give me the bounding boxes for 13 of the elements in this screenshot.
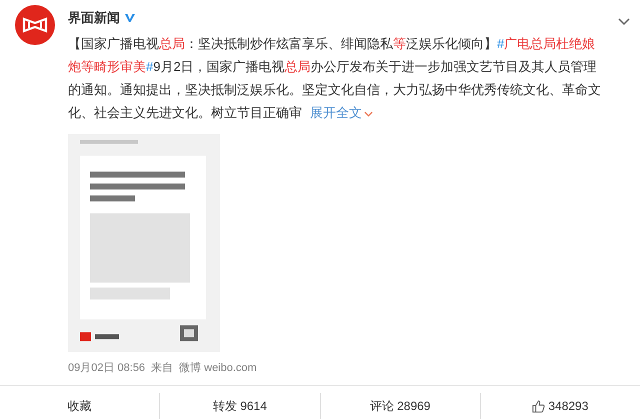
post-time[interactable]: 09月02日 08:56 (68, 360, 146, 375)
chevron-down-icon[interactable] (618, 18, 630, 26)
action-button[interactable]: 评论 28969 (366, 396, 434, 416)
action-button[interactable]: 收藏 (64, 396, 96, 416)
source-link[interactable]: 微博 weibo.com (179, 360, 257, 375)
source-label: 来自 (151, 361, 174, 375)
action-button[interactable]: 转发 9614 (208, 396, 271, 416)
caret-down-icon (364, 110, 373, 117)
thumbs-up-icon (532, 400, 546, 412)
post-text: 【国家广播电视总局：坚决抵制炒作炫富享乐、绯闻隐私等泛娱乐化倾向】#广电总局杜绝娘炮等畸形审美#9月2日，国家广播电视总局办公厅发布关于进一步加强文艺节目及其人员管理的通知。通知提出，坚决抵制泛娱乐化。坚定文化自信，大力弘扬中华优秀传统文化、革命文化、社会主义先进文化。树立节目正确审 展开全文 (68, 35, 602, 122)
like-button[interactable]: 348293 (528, 397, 592, 415)
avatar-logo-icon[interactable] (15, 5, 55, 45)
author-name[interactable]: 界面新闻 (68, 9, 120, 27)
